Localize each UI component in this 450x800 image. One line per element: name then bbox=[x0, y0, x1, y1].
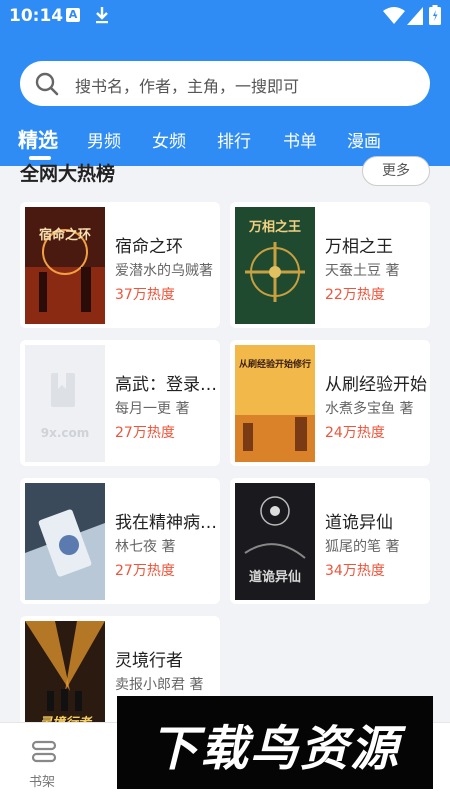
cover-title: 宿命之环 bbox=[39, 227, 91, 243]
book-card[interactable]: 宿命之环 宿命之环 爱潜水的乌贼著 37万热度 bbox=[20, 202, 220, 328]
book-heat: 24万热度 bbox=[325, 425, 385, 441]
book-heat: 27万热度 bbox=[115, 563, 175, 579]
tab-male[interactable]: 男频 bbox=[87, 127, 121, 152]
book-cover bbox=[25, 483, 105, 600]
wifi-icon bbox=[383, 7, 405, 24]
book-card[interactable]: 道诡异仙 道诡异仙 狐尾的笔 著 34万热度 bbox=[230, 478, 430, 604]
app-notification-icon: A bbox=[66, 8, 80, 22]
book-cover: 万相之王 bbox=[235, 207, 315, 324]
signal-icon bbox=[407, 7, 423, 25]
book-title: 从刷经验开始 bbox=[325, 375, 427, 395]
book-heat: 37万热度 bbox=[115, 287, 175, 303]
watermark-logo: 下载鸟资源 bbox=[117, 696, 433, 789]
download-icon bbox=[96, 7, 108, 24]
book-author: 天蚕土豆 著 bbox=[325, 263, 400, 279]
book-title: 高武：登录未来一万年 bbox=[115, 375, 217, 395]
book-card[interactable]: 从刷经验开始修行 从刷经验开始 水煮多宝鱼 著 24万热度 bbox=[230, 340, 430, 466]
tab-ranking[interactable]: 排行 bbox=[217, 127, 251, 152]
book-card[interactable]: 我在精神病院学斩神 林七夜 著 27万热度 bbox=[20, 478, 220, 604]
book-title: 灵境行者 bbox=[115, 651, 183, 671]
book-card[interactable]: 万相之王 万相之王 天蚕土豆 著 22万热度 bbox=[230, 202, 430, 328]
book-author: 卖报小郎君 著 bbox=[115, 677, 204, 693]
book-author: 爱潜水的乌贼著 bbox=[115, 263, 213, 279]
tab-booklist[interactable]: 书单 bbox=[283, 127, 317, 152]
cover-title: 万相之王 bbox=[248, 219, 301, 235]
battery-icon bbox=[429, 5, 441, 25]
search-icon bbox=[35, 72, 59, 96]
book-cover: 9x.com bbox=[25, 345, 105, 462]
more-button[interactable]: 更多 bbox=[362, 156, 430, 186]
status-bar: 10:14 A bbox=[0, 0, 450, 32]
cover-title: 道诡异仙 bbox=[249, 569, 301, 585]
book-title: 道诡异仙 bbox=[325, 513, 393, 533]
search-placeholder: 搜书名，作者，主角，一搜即可 bbox=[75, 77, 300, 96]
cover-title: 9x.com bbox=[41, 426, 90, 440]
status-time: 10:14 bbox=[9, 6, 64, 26]
book-heat: 34万热度 bbox=[325, 563, 385, 579]
nav-bookshelf-label[interactable]: 书架 bbox=[29, 771, 55, 790]
book-author: 林七夜 著 bbox=[115, 539, 176, 555]
book-author: 每月一更 著 bbox=[115, 401, 190, 417]
section-title: 全网大热榜 bbox=[20, 163, 116, 185]
tab-female[interactable]: 女频 bbox=[152, 127, 186, 152]
tab-comics[interactable]: 漫画 bbox=[347, 127, 381, 152]
book-card[interactable]: 9x.com 高武：登录未来一万年 每月一更 著 27万热度 bbox=[20, 340, 220, 466]
book-cover: 道诡异仙 bbox=[235, 483, 315, 600]
book-title: 宿命之环 bbox=[115, 237, 183, 257]
search-bar[interactable]: 搜书名，作者，主角，一搜即可 bbox=[20, 61, 430, 106]
book-cover: 灵境行者 bbox=[25, 621, 105, 738]
tab-featured[interactable]: 精选 bbox=[18, 124, 58, 153]
book-cover: 从刷经验开始修行 bbox=[235, 345, 315, 462]
book-author: 水煮多宝鱼 著 bbox=[325, 401, 414, 417]
book-heat: 27万热度 bbox=[115, 425, 175, 441]
bookshelf-icon[interactable] bbox=[30, 739, 58, 765]
top-header: 10:14 A 搜书名，作者，主角，一搜即可 精选 男频 女频 排行 书单 漫画 bbox=[0, 0, 450, 166]
book-author: 狐尾的笔 著 bbox=[325, 539, 400, 555]
book-title: 万相之王 bbox=[325, 237, 393, 257]
book-heat: 22万热度 bbox=[325, 287, 385, 303]
cover-title: 从刷经验开始修行 bbox=[239, 358, 311, 370]
watermark-text: 下载鸟资源 bbox=[149, 721, 400, 777]
book-title: 我在精神病院学斩神 bbox=[115, 513, 217, 533]
book-cover: 宿命之环 bbox=[25, 207, 105, 324]
